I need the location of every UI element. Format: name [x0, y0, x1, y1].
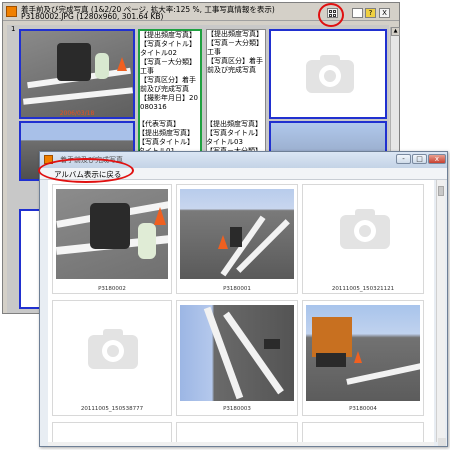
minimize-icon[interactable]: -: [396, 154, 411, 164]
thumbnail-caption: 20111005_150538777: [80, 406, 144, 412]
scroll-thumb[interactable]: [438, 186, 444, 196]
thumbnail-caption: P3180002: [98, 286, 126, 292]
album-photo-placeholder[interactable]: [269, 29, 387, 119]
thumbnail-item[interactable]: P3180002: [52, 184, 172, 294]
info-line: 【提出頻度写真】: [140, 31, 196, 39]
resize-grip[interactable]: [438, 438, 446, 446]
thumbnail-caption: 20111005_150321121: [331, 286, 395, 292]
highlight-circle: [318, 3, 344, 27]
photo-date: 2006/03/18: [59, 110, 95, 117]
camera-placeholder-icon: [306, 55, 354, 93]
info-line: 工事: [207, 48, 221, 56]
album-photo[interactable]: [269, 121, 387, 153]
info-line: タイトル02: [140, 49, 177, 57]
close-icon[interactable]: x: [428, 154, 446, 164]
horizontal-scrollbar[interactable]: [48, 442, 434, 446]
help-icon[interactable]: ?: [365, 8, 376, 18]
info-line: 080316: [140, 103, 167, 111]
thumbnail-item[interactable]: [176, 422, 298, 442]
info-line: 【写真－大分類】: [140, 58, 196, 66]
toolbar-tool-icon[interactable]: [352, 8, 363, 18]
thumbnail-item[interactable]: P3180004: [302, 300, 424, 416]
thumbnail-item[interactable]: [302, 422, 424, 442]
thumbnail-item[interactable]: 20111005_150538777: [52, 300, 172, 416]
app-icon: [6, 6, 17, 17]
photo-road-lane: [180, 189, 294, 279]
thumbnail-grid: P3180002 P3180001 20111005_150321121 201…: [48, 180, 434, 442]
photo-road-equipment: [306, 305, 420, 401]
info-line: 【写真－大分類】: [207, 39, 263, 47]
thumbnail-caption: P3180004: [349, 406, 377, 412]
info-line: 工事: [140, 67, 154, 75]
info-line: 【写真区分】着手: [207, 57, 263, 65]
camera-placeholder-icon: [340, 209, 390, 249]
info-line: 【写真タイトル】: [140, 40, 196, 48]
photo-road-work: [56, 189, 168, 279]
thumbnail-item[interactable]: 20111005_150321121: [302, 184, 424, 294]
thumbnail-caption: P3180001: [223, 286, 251, 292]
thumbnail-item[interactable]: [52, 422, 172, 442]
page-number: 1: [11, 25, 16, 33]
photo-road-work: [21, 31, 133, 117]
thumbnail-item[interactable]: P3180003: [176, 300, 298, 416]
info-line: 前及び完成写真: [140, 85, 189, 93]
photo-list-window: 着手前及び完成写真 - □ x アルバム表示に戻る P3180002 P3180…: [39, 151, 448, 447]
info-line: 【提出頻度写真】: [207, 30, 263, 38]
camera-placeholder-icon: [88, 329, 138, 369]
highlight-circle: [38, 158, 134, 183]
photo-road-rotated: [180, 305, 294, 401]
info-line: 前及び完成写真: [207, 66, 256, 74]
info-line: 【代表写真】: [138, 120, 180, 128]
album-window-subtitle: P3180002.JPG (1280x960, 301.64 KB): [21, 12, 164, 21]
info-line: 【提出頻度写真】: [138, 129, 194, 137]
info-line: 【写真タイトル】: [138, 138, 194, 146]
close-icon[interactable]: X: [379, 8, 390, 18]
thumbnail-item[interactable]: P3180001: [176, 184, 298, 294]
album-photo[interactable]: [19, 29, 135, 119]
info-line: 【提出頻度写真】: [206, 120, 262, 128]
maximize-icon[interactable]: □: [412, 154, 427, 164]
info-line: タイトル03: [206, 138, 243, 146]
info-line: 【撮影年月日】20: [140, 94, 198, 102]
info-line: 【写真区分】着手: [140, 76, 196, 84]
thumbnail-caption: P3180003: [223, 406, 251, 412]
info-line: 【写真タイトル】: [206, 129, 262, 137]
thumbnail-scrollbar[interactable]: [436, 180, 445, 442]
